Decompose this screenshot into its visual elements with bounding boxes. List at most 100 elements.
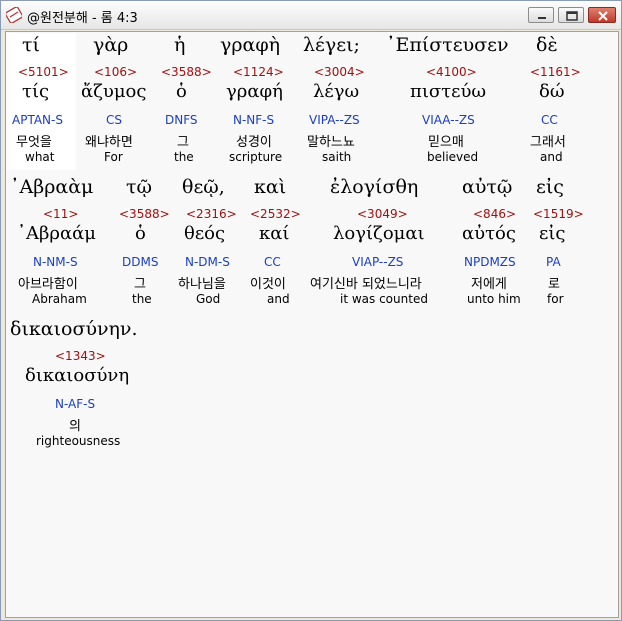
- word-block[interactable]: ᾿Επίστευσεν <4100> πιστεύω VIAA--ZS 믿으매 …: [382, 32, 522, 170]
- greek-word: ἐλογίσθη: [330, 176, 419, 198]
- parse-code: VIAA--ZS: [422, 113, 475, 127]
- korean-gloss: 왜냐하면: [85, 135, 133, 150]
- word-block[interactable]: γὰρ <106> ἄζυμος CS 왜냐하면 For: [78, 32, 153, 170]
- word-block[interactable]: γραφὴ <1124> γραφή N-NF-S 성경이 scripture: [216, 32, 296, 170]
- maximize-button[interactable]: [558, 7, 584, 23]
- greek-word: ᾿Επίστευσεν: [386, 34, 509, 56]
- lemma: αὐτός: [462, 223, 516, 244]
- korean-gloss: 저에게: [471, 277, 507, 292]
- english-gloss: God: [196, 292, 221, 306]
- english-gloss: unto him: [467, 292, 521, 306]
- window-title: @원전분해 - 롬 4:3: [27, 11, 138, 26]
- strong-number[interactable]: <3004>: [314, 65, 365, 79]
- lemma: λέγω: [313, 81, 360, 102]
- greek-word: αὐτῷ: [462, 176, 513, 198]
- strong-number[interactable]: <5101>: [18, 65, 69, 79]
- english-gloss: believed: [427, 150, 479, 164]
- parse-code: PA: [546, 255, 561, 269]
- parse-code: CC: [264, 255, 281, 269]
- greek-word: ᾿Αβραὰμ: [10, 176, 94, 198]
- strong-number[interactable]: <1161>: [530, 65, 581, 79]
- greek-word: θεῷ,: [182, 176, 225, 198]
- lemma: ἄζυμος: [81, 81, 147, 102]
- parse-code: NPDMZS: [464, 255, 516, 269]
- word-block[interactable]: δὲ <1161> δώ CC 그래서 and: [524, 32, 581, 170]
- greek-word: γὰρ: [93, 34, 129, 56]
- greek-word: δικαιοσύνην.: [10, 318, 138, 340]
- lemma: τίς: [22, 81, 50, 102]
- word-block[interactable]: θεῷ, <2316> θεός N-DM-S 하나님을 God: [172, 174, 244, 312]
- english-gloss: and: [267, 292, 290, 306]
- strong-number[interactable]: <2316>: [186, 207, 237, 221]
- korean-gloss: 여기신바 되었느니라: [310, 277, 422, 292]
- english-gloss: it was counted: [340, 292, 428, 306]
- parse-code: CC: [541, 113, 558, 127]
- korean-gloss: 하나님을: [178, 277, 226, 292]
- korean-gloss: 이것이: [250, 277, 286, 292]
- word-block[interactable]: λέγει; <3004> λέγω VIPA--ZS 말하느뇨 saith: [300, 32, 378, 170]
- strong-number[interactable]: <4100>: [426, 65, 477, 79]
- word-block[interactable]: ἡ <3588> ὁ DNFS 그 the: [156, 32, 212, 170]
- english-gloss: Abraham: [32, 292, 87, 306]
- greek-word: γραφὴ: [220, 34, 281, 56]
- parse-code: N-NF-S: [233, 113, 275, 127]
- lemma: πιστεύω: [410, 81, 487, 102]
- greek-word: δὲ: [536, 34, 558, 56]
- greek-word: εἰς: [536, 176, 564, 198]
- parse-code: VIAP--ZS: [352, 255, 404, 269]
- word-block[interactable]: καὶ <2532> καί CC 이것이 and: [246, 174, 308, 312]
- close-button[interactable]: [588, 7, 616, 23]
- word-block[interactable]: τί <5101> τίς APTAN-S 무엇을 what: [6, 32, 76, 170]
- strong-number[interactable]: <1124>: [233, 65, 284, 79]
- parse-code: APTAN-S: [12, 113, 63, 127]
- strong-number[interactable]: <3049>: [357, 207, 408, 221]
- english-gloss: the: [174, 150, 194, 164]
- english-gloss: For: [104, 150, 123, 164]
- word-block[interactable]: αὐτῷ <846> αὐτός NPDMZS 저에게 unto him: [454, 174, 526, 312]
- word-block[interactable]: εἰς <1519> εἰς PA 로 for: [528, 174, 584, 312]
- english-gloss: the: [132, 292, 152, 306]
- lemma: ὁ: [176, 81, 187, 102]
- parse-code: VIPA--ZS: [309, 113, 360, 127]
- strong-number[interactable]: <2532>: [250, 207, 301, 221]
- korean-gloss: 성경이: [236, 135, 272, 150]
- parse-code: CS: [106, 113, 122, 127]
- greek-word: τί: [22, 34, 40, 56]
- word-block[interactable]: δικαιοσύνην. <1343> δικαιοσύνη N-AF-S 의 …: [6, 316, 138, 454]
- maximize-icon: [566, 11, 578, 21]
- english-gloss: what: [25, 150, 55, 164]
- english-gloss: righteousness: [36, 434, 121, 448]
- app-icon: [6, 7, 22, 23]
- title-bar[interactable]: @원전분해 - 롬 4:3: [1, 1, 621, 30]
- close-icon: [598, 11, 608, 21]
- parse-code: DNFS: [165, 113, 198, 127]
- minimize-icon: [538, 17, 546, 19]
- strong-number[interactable]: <106>: [94, 65, 137, 79]
- interlinear-panel: τί <5101> τίς APTAN-S 무엇을 what γὰρ <106>…: [5, 31, 619, 618]
- english-gloss: scripture: [229, 150, 283, 164]
- strong-number[interactable]: <3588>: [119, 207, 170, 221]
- english-gloss: for: [547, 292, 564, 306]
- strong-number[interactable]: <1343>: [55, 349, 106, 363]
- strong-number[interactable]: <846>: [473, 207, 516, 221]
- lemma: εἰς: [539, 223, 566, 244]
- korean-gloss: 로: [548, 277, 560, 292]
- lemma: γραφή: [226, 81, 283, 102]
- word-block[interactable]: ἐλογίσθη <3049> λογίζομαι VIAP--ZS 여기신바 …: [308, 174, 450, 312]
- minimize-button[interactable]: [528, 7, 554, 23]
- korean-gloss: 그: [177, 135, 189, 150]
- parse-code: N-NM-S: [33, 255, 78, 269]
- english-gloss: and: [540, 150, 563, 164]
- korean-gloss: 아브라함이: [18, 277, 78, 292]
- korean-gloss: 말하느뇨: [307, 135, 355, 150]
- english-gloss: saith: [322, 150, 352, 164]
- strong-number[interactable]: <1519>: [533, 207, 584, 221]
- strong-number[interactable]: <3588>: [161, 65, 212, 79]
- word-block[interactable]: ᾿Αβραὰμ <11> ᾿Αβραάμ N-NM-S 아브라함이 Abraha…: [6, 174, 106, 312]
- word-block[interactable]: τῷ <3588> ὁ DDMS 그 the: [110, 174, 170, 312]
- greek-word: τῷ: [126, 176, 153, 198]
- lemma: ὁ: [135, 223, 146, 244]
- korean-gloss: 무엇을: [16, 135, 52, 150]
- korean-gloss: 그: [134, 277, 146, 292]
- strong-number[interactable]: <11>: [43, 207, 78, 221]
